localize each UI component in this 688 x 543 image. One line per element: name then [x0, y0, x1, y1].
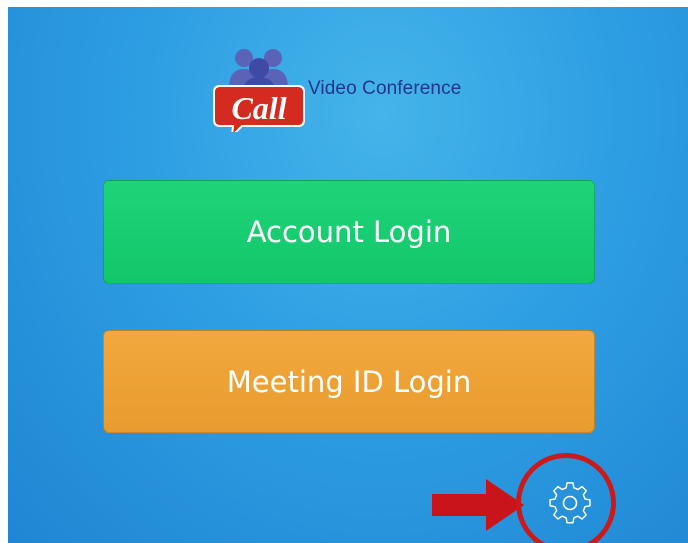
account-login-button[interactable]: Account Login [103, 180, 595, 284]
account-login-label: Account Login [246, 215, 452, 249]
logo-text: Call [231, 90, 286, 126]
call-logo: Call [213, 49, 305, 132]
meeting-id-login-label: Meeting ID Login [226, 364, 472, 399]
login-screen: Call Video Conference Account Login Meet… [8, 7, 688, 543]
gear-icon[interactable] [546, 479, 594, 527]
arrow-right-icon [432, 479, 524, 531]
brand-name: Video Conference [308, 78, 462, 99]
meeting-id-login-button[interactable]: Meeting ID Login [103, 330, 595, 433]
